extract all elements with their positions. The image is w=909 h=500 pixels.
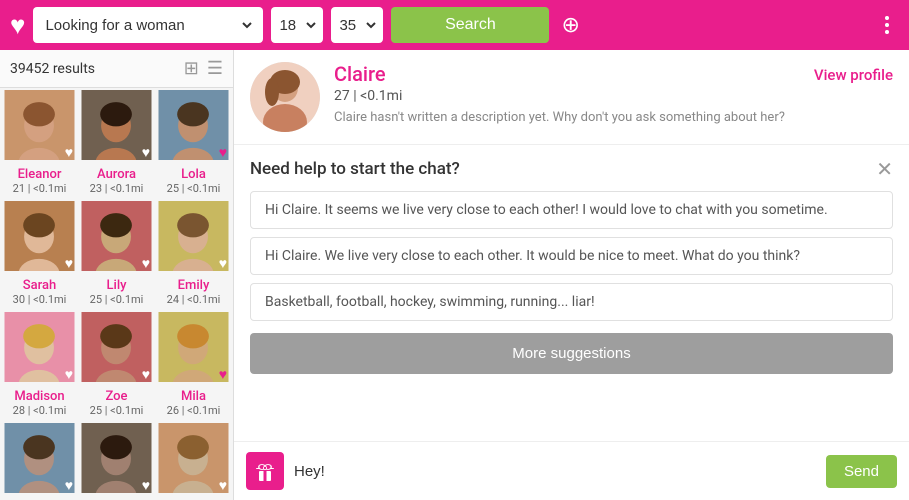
- profile-name-label: Lola: [158, 167, 229, 182]
- age-max-select-wrapper: 2530354045505560: [331, 7, 383, 43]
- profile-name-label: Aurora: [81, 167, 152, 182]
- age-min-select-wrapper: 18192021222324252627282930: [271, 7, 323, 43]
- zoom-icon[interactable]: ⊕: [561, 13, 579, 38]
- search-button[interactable]: Search: [391, 7, 549, 43]
- view-profile-button[interactable]: View profile: [814, 66, 893, 84]
- profile-name-label: Mila: [158, 389, 229, 404]
- heart-badge[interactable]: ♥: [65, 366, 73, 383]
- gift-icon: [253, 459, 277, 483]
- looking-for-select-wrapper: Looking for a womanLooking for a man: [33, 7, 263, 43]
- chat-input-row: Send: [234, 441, 909, 500]
- profile-info: Mila26 | <0.1mi: [156, 387, 231, 421]
- profile-age-dist-label: 26 | <0.1mi: [158, 404, 229, 417]
- heart-badge[interactable]: ♥: [142, 366, 150, 383]
- profile-grid-item[interactable]: ♥: [79, 423, 154, 498]
- sidebar-toolbar: 39452 results ⊞ ☰: [0, 50, 233, 88]
- profile-bio: Claire hasn't written a description yet.…: [334, 110, 800, 125]
- gift-icon-button[interactable]: [246, 452, 284, 490]
- heart-badge[interactable]: ♥: [219, 477, 227, 494]
- profile-name-label: Zoe: [81, 389, 152, 404]
- age-max-select[interactable]: 2530354045505560: [335, 16, 379, 35]
- profile-name-label: Eleanor: [4, 167, 75, 182]
- profile-age-dist-label: 24 | <0.1mi: [158, 293, 229, 306]
- suggestion-item-2[interactable]: Hi Claire. We live very close to each ot…: [250, 237, 893, 275]
- heart-badge[interactable]: ♥: [142, 477, 150, 494]
- profile-age-dist-label: 25 | <0.1mi: [81, 404, 152, 417]
- heart-badge[interactable]: ♥: [142, 255, 150, 272]
- grid-view-icon[interactable]: ⊞: [184, 58, 199, 79]
- close-suggestions-button[interactable]: ✕: [876, 159, 893, 179]
- profile-name-label: Madison: [4, 389, 75, 404]
- profile-grid-item[interactable]: ♥ Madison28 | <0.1mi: [2, 312, 77, 421]
- suggestions-header: Need help to start the chat? ✕: [250, 159, 893, 179]
- profile-info: Lily25 | <0.1mi: [79, 276, 154, 310]
- view-icons: ⊞ ☰: [184, 58, 223, 79]
- profile-details: Claire 27 | <0.1mi Claire hasn't written…: [334, 62, 800, 125]
- results-count: 39452 results: [10, 61, 184, 77]
- profile-age-dist-label: 21 | <0.1mi: [4, 182, 75, 195]
- dot2: [885, 23, 889, 27]
- profile-name-label: Lily: [81, 278, 152, 293]
- heart-badge[interactable]: ♥: [65, 477, 73, 494]
- suggestion-item-1[interactable]: Hi Claire. It seems we live very close t…: [250, 191, 893, 229]
- profile-age-dist-label: 30 | <0.1mi: [4, 293, 75, 306]
- profile-grid-item[interactable]: ♥ Lola25 | <0.1mi: [156, 90, 231, 199]
- looking-for-select[interactable]: Looking for a womanLooking for a man: [41, 16, 255, 35]
- profile-grid-item[interactable]: ♥ Mila26 | <0.1mi: [156, 312, 231, 421]
- profile-avatar: [250, 62, 320, 132]
- profile-name-label: Sarah: [4, 278, 75, 293]
- profile-grid-item[interactable]: ♥ Emily24 | <0.1mi: [156, 201, 231, 310]
- app-header: ♥ Looking for a womanLooking for a man 1…: [0, 0, 909, 50]
- chat-text-input[interactable]: [294, 457, 816, 486]
- profile-age-dist-label: 28 | <0.1mi: [4, 404, 75, 417]
- profile-grid-item[interactable]: ♥ Sarah30 | <0.1mi: [2, 201, 77, 310]
- profile-age-dist-label: 25 | <0.1mi: [81, 293, 152, 306]
- heart-icon: ♥: [10, 10, 25, 41]
- heart-badge[interactable]: ♥: [65, 255, 73, 272]
- profile-grid-item[interactable]: ♥ Zoe25 | <0.1mi: [79, 312, 154, 421]
- profile-grid-item[interactable]: ♥ Lily25 | <0.1mi: [79, 201, 154, 310]
- profile-name-label: Emily: [158, 278, 229, 293]
- suggestions-title: Need help to start the chat?: [250, 159, 460, 179]
- chat-panel: Claire 27 | <0.1mi Claire hasn't written…: [233, 50, 909, 500]
- heart-badge[interactable]: ♥: [219, 144, 227, 161]
- profile-grid-item[interactable]: ♥: [2, 423, 77, 498]
- list-view-icon[interactable]: ☰: [207, 58, 223, 79]
- profile-grid-item[interactable]: ♥ Aurora23 | <0.1mi: [79, 90, 154, 199]
- profile-info: Emily24 | <0.1mi: [156, 276, 231, 310]
- heart-badge[interactable]: ♥: [65, 144, 73, 161]
- more-menu-icon[interactable]: [875, 16, 899, 34]
- age-min-select[interactable]: 18192021222324252627282930: [275, 16, 319, 35]
- profile-grid-item[interactable]: ♥ Eleanor21 | <0.1mi: [2, 90, 77, 199]
- more-suggestions-button[interactable]: More suggestions: [250, 333, 893, 374]
- profile-info: Madison28 | <0.1mi: [2, 387, 77, 421]
- profile-age-distance: 27 | <0.1mi: [334, 88, 800, 104]
- heart-badge[interactable]: ♥: [219, 255, 227, 272]
- profile-info: Aurora23 | <0.1mi: [79, 165, 154, 199]
- profile-info: Lola25 | <0.1mi: [156, 165, 231, 199]
- profile-name: Claire: [334, 62, 800, 86]
- main-container: 39452 results ⊞ ☰ ♥ Eleanor21 | <0.1mi ♥ Au…: [0, 50, 909, 500]
- profile-info: Eleanor21 | <0.1mi: [2, 165, 77, 199]
- sidebar: 39452 results ⊞ ☰ ♥ Eleanor21 | <0.1mi ♥ Au…: [0, 50, 233, 500]
- profiles-grid: ♥ Eleanor21 | <0.1mi ♥ Aurora23 | <0.1mi ♥ Lo…: [0, 88, 233, 500]
- dot1: [885, 16, 889, 20]
- chat-suggestions-panel: Need help to start the chat? ✕ Hi Claire…: [234, 145, 909, 441]
- profile-age-dist-label: 25 | <0.1mi: [158, 182, 229, 195]
- heart-badge[interactable]: ♥: [219, 366, 227, 383]
- dot3: [885, 30, 889, 34]
- profile-info: Zoe25 | <0.1mi: [79, 387, 154, 421]
- suggestion-item-3[interactable]: Basketball, football, hockey, swimming, …: [250, 283, 893, 321]
- profile-header: Claire 27 | <0.1mi Claire hasn't written…: [234, 50, 909, 145]
- send-button[interactable]: Send: [826, 455, 897, 488]
- heart-badge[interactable]: ♥: [142, 144, 150, 161]
- profile-info: Sarah30 | <0.1mi: [2, 276, 77, 310]
- profile-grid-item[interactable]: ♥: [156, 423, 231, 498]
- profile-age-dist-label: 23 | <0.1mi: [81, 182, 152, 195]
